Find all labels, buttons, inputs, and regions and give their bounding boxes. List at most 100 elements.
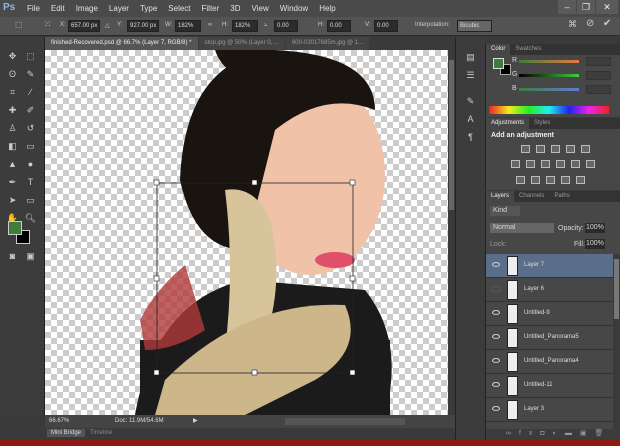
transform-icon[interactable]: ⬚ bbox=[15, 20, 23, 29]
r-slider[interactable] bbox=[519, 60, 579, 63]
vibrance-icon[interactable] bbox=[581, 145, 590, 153]
menu-view[interactable]: View bbox=[252, 4, 269, 13]
lasso-tool-icon[interactable]: ʘ bbox=[6, 68, 19, 81]
pen-tool-icon[interactable]: ✒ bbox=[6, 176, 19, 189]
tab-styles[interactable]: Styles bbox=[529, 118, 555, 129]
layers-footer-buttons[interactable]: ∞fx◘◐▬▣🗑︎ bbox=[486, 429, 620, 440]
menu-3d[interactable]: 3D bbox=[230, 4, 240, 13]
tab-finished-recovered[interactable]: finished-Recovered.psd @ 66.7% (Layer 7,… bbox=[45, 37, 198, 50]
r-value[interactable] bbox=[586, 57, 611, 66]
color-spectrum[interactable] bbox=[489, 106, 609, 114]
layer-row[interactable]: Layer 6 bbox=[486, 278, 613, 302]
hskew-field[interactable]: 0.00 bbox=[327, 20, 351, 32]
canvas-horizontal-scrollbar[interactable] bbox=[285, 418, 405, 425]
layer-row[interactable]: Layer 3 bbox=[486, 398, 613, 422]
reference-point-icon[interactable]: ⁙ bbox=[44, 19, 52, 30]
crop-tool-icon[interactable]: ⌗ bbox=[6, 86, 19, 99]
invert-icon[interactable] bbox=[516, 176, 525, 184]
layer-filter-kind[interactable]: Kind bbox=[490, 206, 520, 216]
tab-timeline[interactable]: Timeline bbox=[90, 430, 112, 436]
color-lookup-icon[interactable] bbox=[586, 160, 595, 168]
dodge-tool-icon[interactable]: ● bbox=[24, 158, 37, 171]
tab-swatches[interactable]: Swatches bbox=[510, 44, 546, 55]
menu-image[interactable]: Image bbox=[76, 4, 98, 13]
gradient-map-icon[interactable] bbox=[561, 176, 570, 184]
visibility-off-box[interactable] bbox=[492, 286, 500, 292]
visibility-eye-icon[interactable] bbox=[492, 358, 500, 363]
history-brush-icon[interactable]: ↺ bbox=[24, 122, 37, 135]
fg-color-chip[interactable] bbox=[493, 58, 504, 69]
visibility-eye-icon[interactable] bbox=[492, 334, 500, 339]
relative-position-icon[interactable]: △ bbox=[105, 22, 110, 29]
quick-mask-icon[interactable]: ◙ bbox=[6, 250, 19, 263]
photo-filter-icon[interactable] bbox=[556, 160, 565, 168]
zoom-level[interactable]: 66.67% bbox=[49, 415, 69, 428]
width-field[interactable]: 182% bbox=[175, 20, 201, 32]
type-tool-icon[interactable]: T bbox=[24, 176, 37, 189]
tab-channels[interactable]: Channels bbox=[514, 191, 549, 202]
levels-icon[interactable] bbox=[536, 145, 545, 153]
angle-field[interactable]: 0.00 bbox=[274, 20, 298, 32]
exposure-icon[interactable] bbox=[566, 145, 575, 153]
visibility-eye-icon[interactable] bbox=[492, 382, 500, 387]
eraser-icon[interactable]: ◧ bbox=[6, 140, 19, 153]
path-select-icon[interactable]: ➤ bbox=[6, 194, 19, 207]
g-value[interactable] bbox=[586, 71, 611, 80]
interpolation-select[interactable]: Bicubic bbox=[457, 20, 492, 32]
menu-type[interactable]: Type bbox=[140, 4, 157, 13]
menu-file[interactable]: File bbox=[27, 4, 40, 13]
selective-color-icon[interactable] bbox=[576, 176, 585, 184]
restore-button[interactable]: ❐ bbox=[577, 0, 595, 14]
blend-mode-select[interactable]: Normal bbox=[490, 223, 554, 233]
threshold-icon[interactable] bbox=[546, 176, 555, 184]
b-value[interactable] bbox=[586, 85, 611, 94]
tab-paths[interactable]: Paths bbox=[549, 191, 574, 202]
color-balance-icon[interactable] bbox=[526, 160, 535, 168]
zoom-tool-icon[interactable]: 🔍︎ bbox=[24, 212, 37, 225]
blur-tool-icon[interactable]: ▲ bbox=[6, 158, 19, 171]
move-tool-icon[interactable]: ✥ bbox=[6, 50, 19, 63]
link-icon[interactable]: ∞ bbox=[208, 22, 212, 28]
rectangle-tool-icon[interactable]: ▭ bbox=[24, 194, 37, 207]
close-button[interactable]: ✕ bbox=[596, 0, 618, 14]
vskew-field[interactable]: 0.00 bbox=[374, 20, 398, 32]
tab-mini-bridge[interactable]: Mini Bridge bbox=[47, 429, 86, 437]
opacity-field[interactable]: 100% bbox=[585, 223, 605, 233]
screen-mode-icon[interactable]: ▣ bbox=[24, 250, 37, 263]
menu-help[interactable]: Help bbox=[319, 4, 335, 13]
character-panel-icon[interactable]: A bbox=[464, 113, 477, 126]
tab-adjustments[interactable]: Adjustments bbox=[486, 118, 530, 129]
paragraph-panel-icon[interactable]: ¶ bbox=[464, 131, 477, 144]
tab-color[interactable]: Color bbox=[486, 44, 511, 55]
layer-row[interactable]: Untitled_Panorama5 bbox=[486, 326, 613, 350]
visibility-eye-icon[interactable] bbox=[492, 310, 500, 315]
tab-600-03017685m[interactable]: 600-03017685m.jpg @ 1... bbox=[285, 37, 370, 50]
tab-layers[interactable]: Layers bbox=[486, 191, 515, 202]
layer-row[interactable]: Untitled_Panorama4 bbox=[486, 350, 613, 374]
hue-saturation-icon[interactable] bbox=[511, 160, 520, 168]
gradient-icon[interactable]: ▭ bbox=[24, 140, 37, 153]
brightness-icon[interactable] bbox=[521, 145, 530, 153]
layers-scrollbar[interactable] bbox=[613, 254, 620, 429]
artboard-tool-icon[interactable]: ⬚ bbox=[24, 50, 37, 63]
curves-icon[interactable] bbox=[551, 145, 560, 153]
history-panel-icon[interactable]: ▤ bbox=[464, 51, 477, 64]
menu-select[interactable]: Select bbox=[168, 4, 190, 13]
layer-row[interactable]: Layer 7 bbox=[486, 254, 613, 278]
commit-transform-icon[interactable]: ✔ bbox=[603, 18, 611, 29]
warp-icon[interactable]: ⌘ bbox=[568, 19, 577, 30]
layer-row[interactable]: Untitled-11 bbox=[486, 374, 613, 398]
g-slider[interactable] bbox=[519, 74, 579, 77]
x-field[interactable]: 657.00 px bbox=[68, 20, 100, 32]
visibility-eye-icon[interactable] bbox=[492, 262, 500, 267]
quick-select-icon[interactable]: ✎ bbox=[24, 68, 37, 81]
height-field[interactable]: 182% bbox=[232, 20, 258, 32]
channel-mixer-icon[interactable] bbox=[571, 160, 580, 168]
brush-tool-icon[interactable]: ✐ bbox=[24, 104, 37, 117]
b-slider[interactable] bbox=[519, 88, 579, 91]
posterize-icon[interactable] bbox=[531, 176, 540, 184]
clone-stamp-icon[interactable]: ♙ bbox=[6, 122, 19, 135]
eyedropper-icon[interactable]: ⁄ bbox=[24, 86, 37, 99]
cancel-transform-icon[interactable]: ⊘ bbox=[586, 18, 594, 29]
healing-brush-icon[interactable]: ✚ bbox=[6, 104, 19, 117]
